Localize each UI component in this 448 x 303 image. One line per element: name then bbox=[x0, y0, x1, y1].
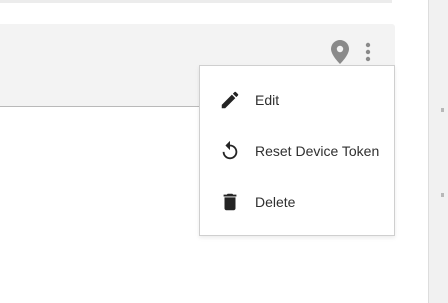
map-edge bbox=[428, 0, 448, 303]
menu-item-reset-device-token[interactable]: Reset Device Token bbox=[200, 131, 394, 171]
location-pin-icon[interactable] bbox=[328, 38, 352, 66]
reset-icon bbox=[218, 139, 242, 163]
menu-item-label: Reset Device Token bbox=[255, 143, 380, 159]
trash-icon bbox=[218, 190, 242, 214]
device-actions-menu: Edit Reset Device Token Delete bbox=[199, 65, 395, 236]
top-divider bbox=[0, 0, 392, 3]
more-vert-icon[interactable] bbox=[356, 38, 380, 66]
map-edge-mark bbox=[441, 193, 444, 197]
map-edge-mark bbox=[441, 108, 444, 112]
menu-item-label: Edit bbox=[255, 92, 280, 108]
menu-item-delete[interactable]: Delete bbox=[200, 182, 394, 222]
pencil-icon bbox=[218, 88, 242, 112]
menu-item-label: Delete bbox=[255, 194, 296, 210]
menu-item-edit[interactable]: Edit bbox=[200, 80, 394, 120]
